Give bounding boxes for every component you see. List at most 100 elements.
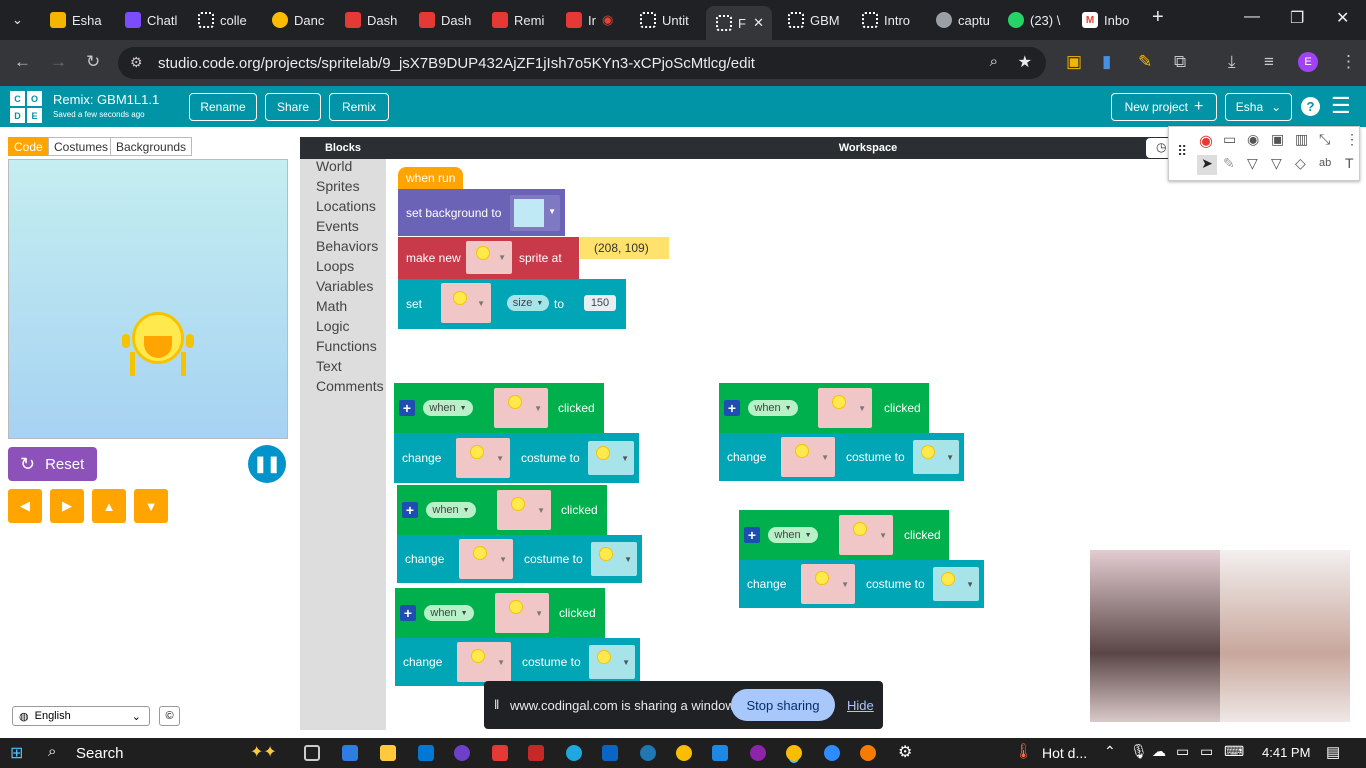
help-icon[interactable]: ? <box>1301 97 1320 116</box>
sprite-picker[interactable]: ▼ <box>494 388 548 428</box>
costume-picker[interactable]: ▼ <box>589 645 635 679</box>
record-icon[interactable]: ◉ <box>1199 131 1213 151</box>
app-icon[interactable] <box>860 745 876 761</box>
new-tab-button[interactable]: + <box>1152 6 1164 29</box>
app-icon[interactable] <box>528 745 544 761</box>
right-arrow-button[interactable]: ▶ <box>50 489 84 523</box>
zoom-icon[interactable]: ⌕ <box>990 53 998 70</box>
category-functions[interactable]: Functions <box>316 338 377 354</box>
trash-icon[interactable]: ▥ <box>1295 131 1308 148</box>
browser-tab[interactable]: colle <box>188 6 258 34</box>
media-control-icon[interactable]: ≡ <box>1264 52 1274 72</box>
category-behaviors[interactable]: Behaviors <box>316 238 378 254</box>
browser-tab[interactable]: M Inbo <box>1072 6 1142 34</box>
sprite-picker[interactable]: ▼ <box>441 283 491 323</box>
profile-avatar[interactable]: E <box>1298 52 1318 72</box>
category-world[interactable]: World <box>316 158 352 174</box>
category-variables[interactable]: Variables <box>316 278 373 294</box>
category-events[interactable]: Events <box>316 218 359 234</box>
back-icon[interactable]: ← <box>14 52 31 72</box>
linkedin-icon[interactable] <box>602 745 618 761</box>
category-sprites[interactable]: Sprites <box>316 178 360 194</box>
minimize-button[interactable]: — <box>1244 8 1260 26</box>
language-select[interactable]: ◍ English ⌄ <box>12 706 150 726</box>
browser-tab[interactable]: (23) \ <box>998 6 1068 34</box>
share-button[interactable]: Share <box>265 93 321 121</box>
hamburger-menu-icon[interactable]: ☰ <box>1331 95 1351 117</box>
eraser-icon[interactable]: ◇ <box>1295 155 1306 172</box>
chrome-active-icon[interactable] <box>786 745 802 761</box>
copilot-sparkle-icon[interactable]: ✦✦ <box>250 742 277 762</box>
sprite-picker[interactable]: ▼ <box>459 539 513 579</box>
sprite-picker[interactable]: ▼ <box>818 388 872 428</box>
up-arrow-button[interactable]: ▲ <box>92 489 126 523</box>
chrome-icon[interactable] <box>676 745 692 761</box>
screen-icon[interactable]: ▭ <box>1223 131 1236 148</box>
when-dropdown[interactable]: when ▼ <box>426 502 476 518</box>
plus-icon[interactable]: + <box>744 527 760 543</box>
browser-tab[interactable]: GBM <box>778 6 848 34</box>
vscode-icon[interactable] <box>418 745 434 761</box>
sprite-picker[interactable]: ▼ <box>495 593 549 633</box>
rename-button[interactable]: Rename <box>189 93 257 121</box>
drag-handle-icon[interactable]: ‖ <box>494 697 499 712</box>
costume-picker[interactable]: ▼ <box>913 440 959 474</box>
copyright-button[interactable]: © <box>159 706 180 726</box>
browser-tab[interactable]: Ir ◉ <box>556 6 626 34</box>
remix-button[interactable]: Remix <box>329 93 389 121</box>
marker-icon[interactable]: ▽ <box>1271 155 1282 172</box>
when-run-block[interactable]: when run <box>398 167 463 189</box>
save-icon[interactable]: ▣ <box>1271 131 1284 148</box>
microphone-icon[interactable]: 🎙 <box>1130 743 1148 760</box>
browser-tab[interactable]: Dash <box>409 6 479 34</box>
category-loops[interactable]: Loops <box>316 258 354 274</box>
reload-icon[interactable]: ↻ <box>86 52 100 72</box>
more-options-icon[interactable]: ⋮ <box>1345 131 1359 148</box>
forward-icon[interactable]: → <box>50 52 67 72</box>
drag-handle-icon[interactable]: ⠿ <box>1177 143 1187 160</box>
browser-tab-active[interactable]: F ✕ <box>706 6 772 40</box>
category-math[interactable]: Math <box>316 298 347 314</box>
game-stage[interactable] <box>8 159 288 439</box>
when-dropdown[interactable]: when ▼ <box>424 605 474 621</box>
eye-icon[interactable]: ◉ <box>1247 131 1259 148</box>
pointer-icon[interactable]: ➤ <box>1197 155 1217 175</box>
when-dropdown[interactable]: when ▼ <box>768 527 818 543</box>
category-logic[interactable]: Logic <box>316 318 349 334</box>
app-icon[interactable] <box>492 745 508 761</box>
plus-icon[interactable]: + <box>724 400 740 416</box>
user-menu-button[interactable]: Esha ⌄ <box>1225 93 1292 121</box>
battery-icon[interactable]: ▭ <box>1176 743 1189 760</box>
costume-picker[interactable]: ▼ <box>933 567 979 601</box>
location-value-block[interactable]: (208, 109) <box>580 237 669 259</box>
pen-icon[interactable]: ✎ <box>1223 155 1235 172</box>
github-icon[interactable] <box>454 745 470 761</box>
task-view-icon[interactable] <box>304 745 320 761</box>
chevron-up-icon[interactable]: ⌃ <box>1104 743 1116 760</box>
left-arrow-button[interactable]: ◀ <box>8 489 42 523</box>
size-value-input[interactable]: 150 <box>584 295 616 311</box>
background-picker[interactable]: ▼ <box>510 195 560 231</box>
security-icon[interactable] <box>712 745 728 761</box>
restore-button[interactable]: ❐ <box>1290 8 1304 28</box>
new-project-button[interactable]: New project + <box>1111 93 1217 121</box>
bookmark-star-icon[interactable]: ★ <box>1018 52 1032 72</box>
hide-button[interactable]: Hide <box>847 698 874 713</box>
network-icon[interactable]: ▭ <box>1200 743 1213 760</box>
extension-icon[interactable]: ▮ <box>1102 52 1111 72</box>
address-bar[interactable]: ⚙ studio.code.org/projects/spritelab/9_j… <box>118 47 1046 79</box>
windows-start-icon[interactable]: ⊞ <box>10 743 23 763</box>
collapse-icon[interactable]: ⤡ <box>1319 131 1330 148</box>
plus-icon[interactable]: + <box>400 605 416 621</box>
browser-tab[interactable]: Intro <box>852 6 922 34</box>
down-arrow-button[interactable]: ▼ <box>134 489 168 523</box>
browser-tab[interactable]: Remi <box>482 6 552 34</box>
code-org-logo[interactable]: C O D E <box>10 91 42 123</box>
app-icon[interactable] <box>640 745 656 761</box>
taskbar-search[interactable]: Search <box>76 745 124 762</box>
browser-tab[interactable]: Chatl <box>115 6 185 34</box>
browser-tab[interactable]: Esha <box>40 6 110 34</box>
pen-extension-icon[interactable]: ✎ <box>1138 52 1152 72</box>
tab-costumes[interactable]: Costumes <box>48 137 115 156</box>
notification-icon[interactable]: ▤ <box>1326 743 1340 761</box>
